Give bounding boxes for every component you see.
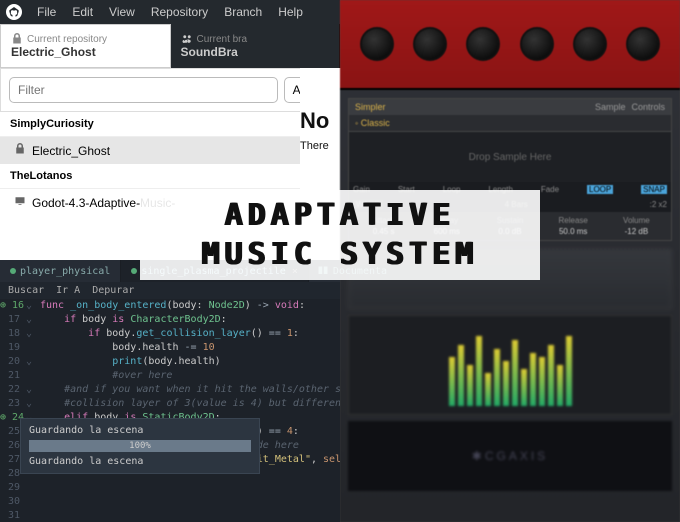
env-value[interactable]: -12 dB bbox=[606, 227, 667, 236]
code-line: 23 ⌄ #collision layer of 3(value is 4) b… bbox=[0, 397, 340, 411]
current-branch-dropdown[interactable]: Current bra SoundBra bbox=[171, 24, 341, 68]
gain-knob[interactable] bbox=[413, 27, 447, 61]
code-line: 31 bbox=[0, 509, 340, 522]
param-snap[interactable]: SNAP bbox=[641, 185, 667, 194]
github-logo-icon bbox=[6, 4, 22, 20]
repo-name: Electric_Ghost bbox=[32, 144, 110, 158]
audio-interface-hardware bbox=[340, 0, 680, 90]
fold-gutter[interactable] bbox=[26, 495, 40, 509]
code-line: 18 ⌄ if body.get_collision_layer() == 1: bbox=[0, 327, 340, 341]
fold-gutter[interactable]: ⌄ bbox=[26, 355, 40, 369]
current-repo-name: Electric_Ghost bbox=[11, 45, 160, 59]
menu-view[interactable]: View bbox=[102, 5, 142, 19]
progress-bar: 100% bbox=[29, 440, 251, 452]
save-progress-dialog: Guardando la escena 100% Guardando la es… bbox=[20, 418, 260, 474]
progress-subtitle: Guardando la escena bbox=[29, 456, 251, 467]
code-line: 21 #over here bbox=[0, 369, 340, 383]
script-icon bbox=[131, 268, 137, 274]
repo-group-header: TheLotanos bbox=[0, 164, 340, 189]
line-number: 21 bbox=[0, 369, 26, 383]
branch-icon bbox=[181, 33, 193, 45]
code-line: 29 bbox=[0, 481, 340, 495]
code-line: 20 ⌄ print(body.health) bbox=[0, 355, 340, 369]
cgaxis-brand: ✱ CGAXIS bbox=[348, 421, 672, 491]
line-number: 22 bbox=[0, 383, 26, 397]
code-line: ⊕ 16 ⌄ func _on_body_entered(body: Node2… bbox=[0, 299, 340, 313]
gain-knob[interactable] bbox=[466, 27, 500, 61]
fold-gutter[interactable]: ⌄ bbox=[26, 327, 40, 341]
line-number: 18 bbox=[0, 327, 26, 341]
env-label: Release bbox=[543, 216, 604, 225]
sample-drop-zone[interactable]: Drop Sample Here bbox=[349, 132, 671, 182]
line-number: 20 bbox=[0, 355, 26, 369]
line-number: 31 bbox=[0, 509, 26, 522]
current-repo-label: Current repository bbox=[27, 34, 107, 45]
script-icon bbox=[10, 268, 16, 274]
line-number: 23 bbox=[0, 397, 26, 411]
current-branch-name: SoundBra bbox=[181, 45, 330, 59]
fold-gutter[interactable] bbox=[26, 341, 40, 355]
tab-controls[interactable]: Controls bbox=[631, 102, 665, 112]
menubar: FileEditViewRepositoryBranchHelp bbox=[0, 0, 340, 24]
env-label: Volume bbox=[606, 216, 667, 225]
fold-gutter[interactable] bbox=[26, 481, 40, 495]
repo-group-header: SimplyCuriosity bbox=[0, 112, 340, 137]
fold-gutter[interactable]: ⌄ bbox=[26, 397, 40, 411]
code-line: 30 bbox=[0, 495, 340, 509]
code-line: 17 ⌄ if body is CharacterBody2D: bbox=[0, 313, 340, 327]
filter-input[interactable] bbox=[9, 77, 278, 103]
line-number: 29 bbox=[0, 481, 26, 495]
code-body[interactable]: ⊕ 16 ⌄ func _on_body_entered(body: Node2… bbox=[0, 299, 340, 522]
line-number: 30 bbox=[0, 495, 26, 509]
line-number: 17 bbox=[0, 313, 26, 327]
menu-ira[interactable]: Ir A bbox=[56, 285, 80, 296]
fold-gutter[interactable]: ⌄ bbox=[26, 383, 40, 397]
fold-gutter[interactable]: ⌄ bbox=[26, 313, 40, 327]
current-repo-dropdown[interactable]: Current repository Electric_Ghost bbox=[0, 24, 171, 68]
fold-gutter[interactable] bbox=[26, 509, 40, 522]
code-line: 22 ⌄ #and if you want when it hit the wa… bbox=[0, 383, 340, 397]
device-title: Simpler bbox=[355, 102, 386, 112]
editor-menu: Buscar Ir A Depurar bbox=[0, 282, 340, 299]
menu-buscar[interactable]: Buscar bbox=[8, 285, 44, 296]
mixer-meters bbox=[348, 315, 672, 415]
lock-icon bbox=[14, 143, 26, 158]
desktop-icon bbox=[14, 195, 26, 210]
param-loop[interactable]: LOOP bbox=[587, 185, 613, 194]
progress-title: Guardando la escena bbox=[29, 425, 251, 436]
current-branch-label: Current bra bbox=[197, 34, 248, 45]
mode-selector[interactable]: ◦ Classic bbox=[349, 115, 671, 132]
param-fade[interactable]: Fade bbox=[541, 185, 559, 194]
line-number: 19 bbox=[0, 341, 26, 355]
fold-gutter[interactable]: ⌄ bbox=[26, 299, 40, 313]
line-number: ⊕ 16 bbox=[0, 299, 26, 313]
tab-sample[interactable]: Sample bbox=[595, 102, 626, 112]
menu-repository[interactable]: Repository bbox=[144, 5, 215, 19]
gain-knob[interactable] bbox=[573, 27, 607, 61]
menu-edit[interactable]: Edit bbox=[65, 5, 100, 19]
repo-picker-toolbar: Add ▾ bbox=[0, 68, 340, 112]
menu-branch[interactable]: Branch bbox=[217, 5, 269, 19]
repo-item[interactable]: Electric_Ghost bbox=[0, 137, 340, 164]
gain-knob[interactable] bbox=[626, 27, 660, 61]
menu-help[interactable]: Help bbox=[271, 5, 310, 19]
header: Current repository Electric_Ghost Curren… bbox=[0, 24, 340, 68]
menu-file[interactable]: File bbox=[30, 5, 63, 19]
menu-depurar[interactable]: Depurar bbox=[92, 285, 134, 296]
lock-icon bbox=[11, 33, 23, 45]
env-value[interactable]: 50.0 ms bbox=[543, 227, 604, 236]
code-editor: player_physical single_plasma_projectile… bbox=[0, 260, 340, 522]
code-line: 19 body.health -= 10 bbox=[0, 341, 340, 355]
gain-knob[interactable] bbox=[360, 27, 394, 61]
fold-gutter[interactable] bbox=[26, 369, 40, 383]
overlay-title: ADAPTATIVE MUSIC SYSTEM bbox=[140, 190, 540, 280]
tab-player-physical[interactable]: player_physical bbox=[0, 260, 121, 282]
gain-knob[interactable] bbox=[520, 27, 554, 61]
